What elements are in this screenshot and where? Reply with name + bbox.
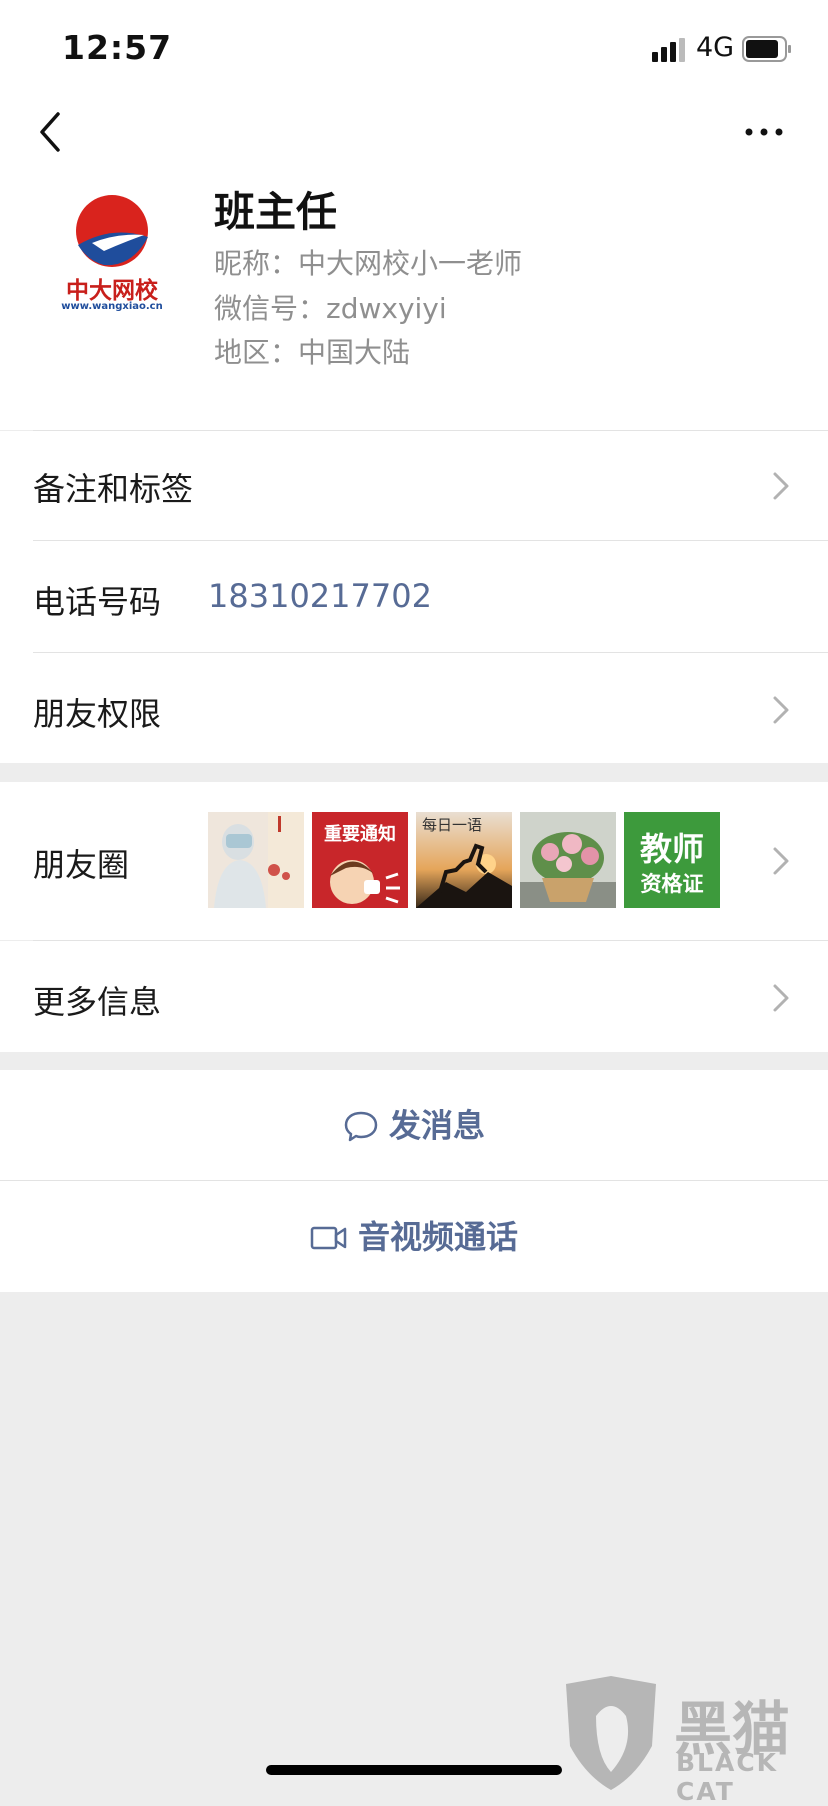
send-message-button[interactable]: 发消息 [0, 1070, 828, 1180]
avatar-brand-text: 中大网校 [66, 278, 158, 304]
back-arrow-icon[interactable] [36, 110, 66, 154]
thumb-cert-subtitle: 资格证 [640, 872, 704, 896]
thumb-quote-text: 每日一语 [422, 816, 483, 834]
av-call-button[interactable]: 音视频通话 [0, 1181, 828, 1292]
network-type: 4G [696, 32, 735, 63]
wechat-id-text: 微信号：zdwxyiyi [214, 292, 447, 325]
moments-thumb-5[interactable]: 教师 资格证 [624, 812, 720, 908]
video-camera-icon [310, 1226, 347, 1249]
row-more-info[interactable]: 更多信息 [0, 941, 828, 1052]
contact-name: 班主任 [214, 188, 337, 236]
row-remarks-tags[interactable]: 备注和标签 [0, 431, 828, 541]
nickname-text: 昵称：中大网校小一老师 [214, 247, 523, 280]
remarks-tags-label: 备注和标签 [33, 470, 194, 508]
moments-thumb-2[interactable]: 重要通知 [312, 812, 408, 908]
flower-basket-image [520, 812, 616, 908]
phone-label: 电话号码 [33, 583, 162, 621]
chevron-right-icon [773, 984, 789, 1012]
status-time: 12:57 [62, 28, 173, 67]
av-call-label: 音视频通话 [357, 1218, 518, 1256]
more-info-label: 更多信息 [33, 983, 162, 1021]
thumb-cert-title: 教师 [639, 830, 704, 868]
send-message-label: 发消息 [388, 1106, 485, 1145]
phone-number-link[interactable]: 18310217702 [208, 577, 432, 615]
moments-thumb-4[interactable] [520, 812, 616, 908]
chevron-right-icon [773, 472, 789, 500]
avatar[interactable]: 中大网校 www.wangxiao.cn [52, 185, 172, 323]
home-indicator[interactable] [266, 1765, 562, 1775]
chevron-right-icon [773, 696, 789, 724]
cat-shield-logo-icon [566, 1676, 656, 1790]
signal-icon [652, 38, 685, 62]
chevron-right-icon [773, 847, 789, 875]
black-cat-watermark: 黑猫 BLACK CAT [556, 1676, 828, 1806]
watermark-en-text: BLACK CAT [676, 1748, 779, 1806]
friend-permissions-label: 朋友权限 [33, 695, 162, 733]
moments-thumb-3[interactable]: 每日一语 [416, 812, 512, 908]
moments-thumb-1[interactable] [208, 812, 304, 908]
battery-icon [742, 36, 791, 62]
row-friend-permissions[interactable]: 朋友权限 [0, 653, 828, 763]
moments-label: 朋友圈 [33, 846, 130, 884]
more-options-icon[interactable] [744, 122, 784, 142]
avatar-url-text: www.wangxiao.cn [61, 301, 163, 312]
region-text: 地区：中国大陆 [214, 336, 411, 369]
chat-bubble-icon [344, 1111, 378, 1141]
medical-worker-image [208, 812, 304, 908]
cartoon-megaphone-image [330, 860, 400, 904]
row-phone[interactable]: 电话号码 18310217702 [0, 541, 828, 653]
